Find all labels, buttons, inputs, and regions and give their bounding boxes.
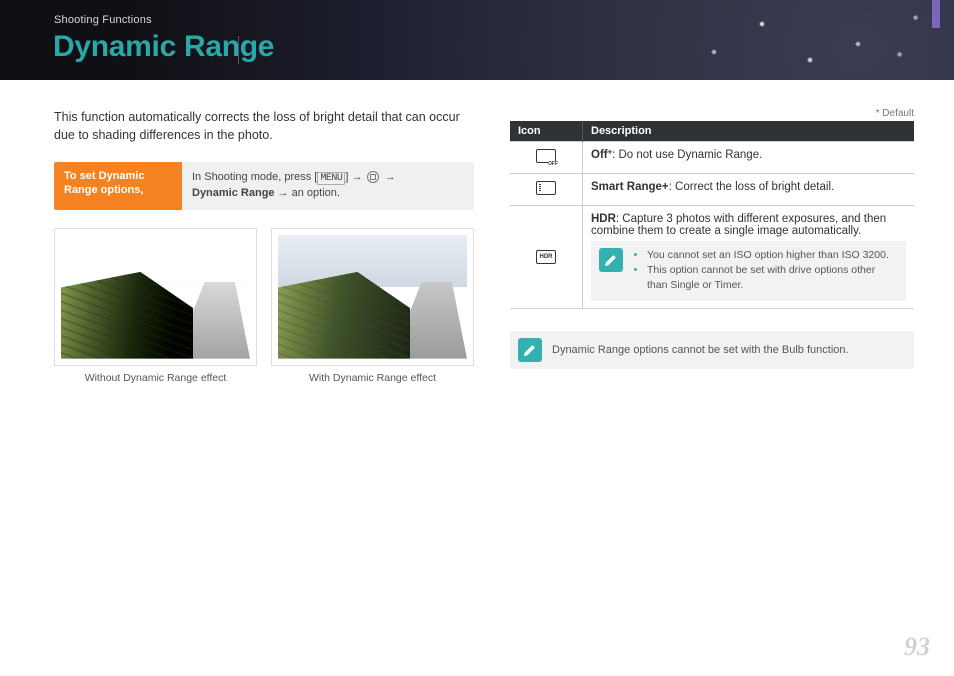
instruction-bold: Dynamic Range — [192, 187, 275, 199]
table-row: Off*: Do not use Dynamic Range. — [510, 142, 914, 174]
photo-without-caption: Without Dynamic Range effect — [54, 372, 257, 384]
instruction-row: To set Dynamic Range options, In Shootin… — [54, 162, 474, 209]
intro-text: This function automatically corrects the… — [54, 108, 474, 144]
title-divider — [238, 36, 239, 64]
photo-without-frame — [54, 228, 257, 366]
arrow-icon: → — [382, 171, 396, 183]
footer-note-box: Dynamic Range options cannot be set with… — [510, 331, 914, 369]
hdr-note-1: You cannot set an ISO option higher than… — [647, 248, 896, 263]
off-icon — [536, 149, 556, 163]
page-title: Dynamic Range — [53, 30, 274, 64]
smart-range-icon — [536, 181, 556, 195]
breadcrumb: Shooting Functions — [54, 14, 152, 26]
opt-sr-suffix: : Correct the loss of bright detail. — [669, 181, 835, 193]
opt-hdr-suffix: : Capture 3 photos with different exposu… — [591, 213, 886, 237]
default-note: * Default — [510, 108, 914, 119]
accent-tab — [932, 0, 940, 28]
opt-off-suffix: *: Do not use Dynamic Range. — [608, 149, 763, 161]
pen-icon — [518, 338, 542, 362]
photo-without-card: Without Dynamic Range effect — [54, 228, 257, 384]
photo-without — [61, 235, 250, 359]
menu-key-icon: MENU — [317, 172, 345, 185]
table-row: Smart Range+: Correct the loss of bright… — [510, 174, 914, 206]
right-column: * Default Icon Description Off*: Do not … — [510, 108, 914, 384]
th-icon: Icon — [510, 121, 583, 142]
page-number: 93 — [904, 632, 930, 662]
table-row: HDR HDR: Capture 3 photos with different… — [510, 206, 914, 309]
instruction-tail: → an option. — [275, 187, 340, 199]
th-desc: Description — [583, 121, 915, 142]
footer-note-text: Dynamic Range options cannot be set with… — [552, 344, 849, 356]
opt-sr-bold: Smart Range+ — [591, 181, 669, 193]
instruction-mid: ] → — [345, 171, 365, 183]
instruction-body: In Shooting mode, press [MENU] → → Dynam… — [182, 162, 474, 209]
content-area: This function automatically corrects the… — [54, 108, 914, 384]
photo-with — [278, 235, 467, 359]
hdr-note-box: You cannot set an ISO option higher than… — [591, 241, 906, 301]
hdr-icon: HDR — [536, 250, 556, 264]
hdr-note-2: This option cannot be set with drive opt… — [647, 263, 896, 293]
options-table: Icon Description Off*: Do not use Dynami… — [510, 121, 914, 309]
opt-off-bold: Off — [591, 149, 608, 161]
photo-with-caption: With Dynamic Range effect — [271, 372, 474, 384]
photo-with-frame — [271, 228, 474, 366]
photo-row: Without Dynamic Range effect With Dynami… — [54, 228, 474, 384]
photo-with-card: With Dynamic Range effect — [271, 228, 474, 384]
instruction-label: To set Dynamic Range options, — [54, 162, 182, 209]
pen-icon — [599, 248, 623, 272]
opt-hdr-bold: HDR — [591, 213, 616, 225]
left-column: This function automatically corrects the… — [54, 108, 474, 384]
instruction-pre: In Shooting mode, press [ — [192, 171, 317, 183]
header-banner: Shooting Functions Dynamic Range — [0, 0, 954, 80]
camera-icon — [367, 171, 379, 183]
